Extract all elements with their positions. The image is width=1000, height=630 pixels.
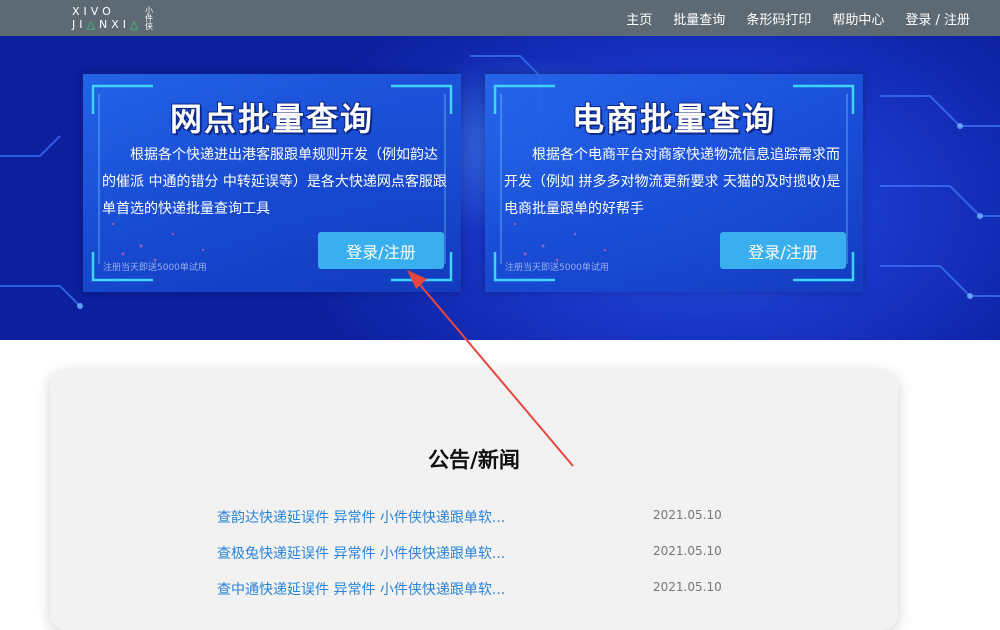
news-item-date: 2021.05.10 (653, 580, 722, 594)
card-description: 根据各个电商平台对商家快递物流信息追踪需求而开发（例如 拼多多对物流更新要求 天… (504, 147, 841, 217)
logo-text-top: XIVO (72, 5, 115, 18)
news-item-date: 2021.05.10 (653, 544, 722, 558)
news-item-date: 2021.05.10 (653, 508, 722, 522)
card-outlet-batch-query: 网点批量查询 根据各个快递进出港客服跟单规则开发（例如韵达的催派 中通的错分 中… (83, 74, 461, 292)
card-description: 根据各个快递进出港客服跟单规则开发（例如韵达的催派 中通的错分 中转延误等）是各… (102, 147, 447, 217)
news-item-link[interactable]: 查韵达快递延误件 异常件 小件侠快递跟单软... (217, 507, 505, 527)
logo-text-bottom: JI△NXI△ (72, 18, 143, 31)
logo-chinese: 小件侠 (145, 6, 153, 31)
nav-login-register[interactable]: 登录 / 注册 (905, 9, 970, 28)
card-trial-hint: 注册当天即送5000单试用 (505, 263, 609, 273)
news-item: 查极兔快递延误件 异常件 小件侠快递跟单软... 2021.05.10 (217, 543, 737, 563)
news-item-link[interactable]: 查极兔快递延误件 异常件 小件侠快递跟单软... (217, 543, 505, 563)
card-title: 网点批量查询 (169, 100, 374, 138)
main-nav: 主页 批量查询 条形码打印 帮助中心 登录 / 注册 (605, 0, 970, 36)
top-navbar: XIVO JI△NXI△ 小件侠 主页 批量查询 条形码打印 帮助中心 登录 /… (0, 0, 1000, 36)
news-item: 查中通快递延误件 异常件 小件侠快递跟单软... 2021.05.10 (217, 579, 737, 599)
news-panel: 公告/新闻 查韵达快递延误件 异常件 小件侠快递跟单软... 2021.05.1… (50, 370, 898, 630)
nav-barcode-print[interactable]: 条形码打印 (746, 9, 811, 28)
news-item: 查韵达快递延误件 异常件 小件侠快递跟单软... 2021.05.10 (217, 507, 737, 527)
nav-help-center[interactable]: 帮助中心 (832, 9, 884, 28)
login-register-button[interactable]: 登录/注册 (318, 232, 444, 269)
nav-batch-query[interactable]: 批量查询 (673, 9, 725, 28)
card-trial-hint: 注册当天即送5000单试用 (103, 263, 207, 273)
card-ecommerce-batch-query: 电商批量查询 根据各个电商平台对商家快递物流信息追踪需求而开发（例如 拼多多对物… (485, 74, 863, 292)
card-title: 电商批量查询 (571, 100, 776, 138)
nav-home[interactable]: 主页 (626, 9, 652, 28)
hero-banner: 网点批量查询 根据各个快递进出港客服跟单规则开发（例如韵达的催派 中通的错分 中… (0, 36, 1000, 340)
login-register-button[interactable]: 登录/注册 (720, 232, 846, 269)
news-heading: 公告/新闻 (428, 448, 520, 472)
site-logo[interactable]: XIVO JI△NXI△ 小件侠 (72, 4, 162, 32)
news-item-link[interactable]: 查中通快递延误件 异常件 小件侠快递跟单软... (217, 579, 505, 599)
